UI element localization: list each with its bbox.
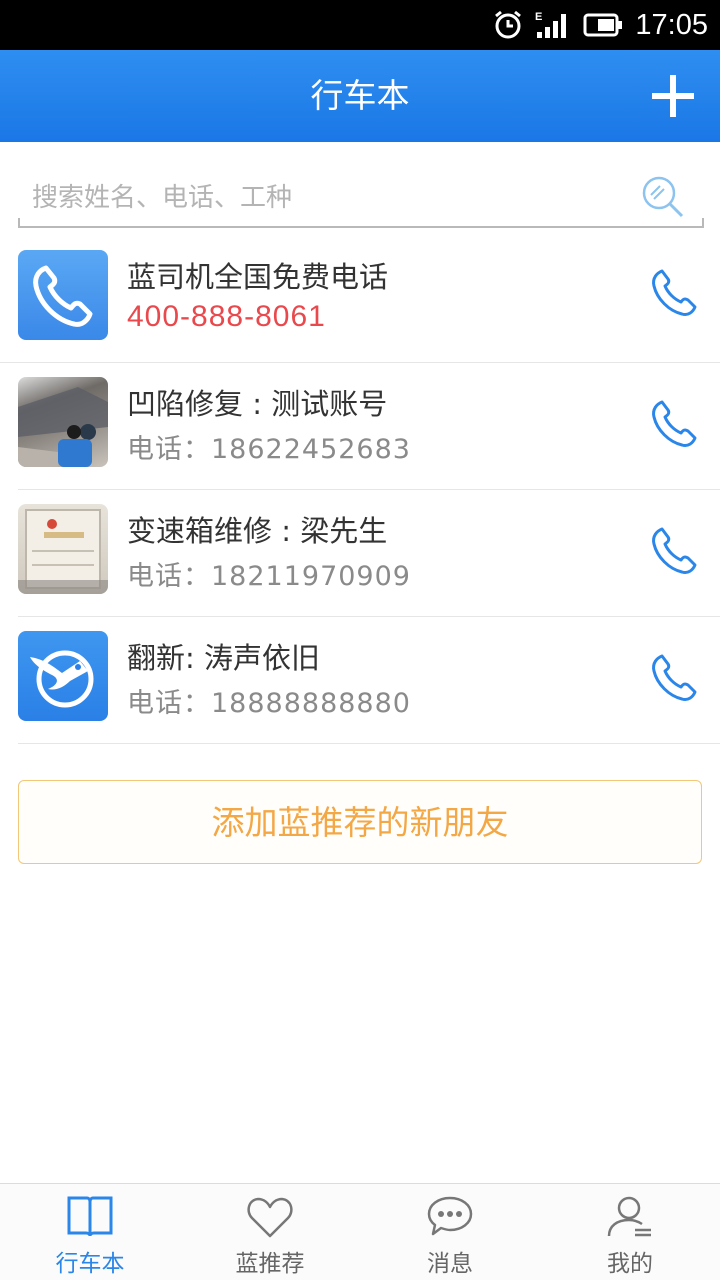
contact-photo: [18, 387, 108, 467]
contact-row[interactable]: 变速箱维修 : 梁先生 电话：18211970909: [18, 490, 720, 617]
heart-icon: [247, 1197, 293, 1238]
book-icon: [67, 1196, 113, 1237]
add-friends-button[interactable]: 添加蓝推荐的新朋友: [18, 780, 702, 864]
contact-avatar: [18, 377, 108, 467]
app-logo-icon: [30, 650, 94, 708]
hotline-avatar: [18, 250, 108, 340]
contact-name: 变速箱维修 : 梁先生: [127, 514, 388, 548]
tab-label: 蓝推荐: [235, 1251, 305, 1277]
contact-row[interactable]: 凹陷修复 : 测试账号 电话：18622452683: [18, 363, 720, 490]
contact-name: 凹陷修复 : 测试账号: [127, 387, 388, 421]
contact-phone: 电话：18888888880: [127, 688, 411, 719]
hotline-phone: 400-888-8061: [127, 300, 326, 333]
bottom-tab-bar: 行车本 蓝推荐 消息 我的: [0, 1183, 720, 1280]
tab-label: 消息: [427, 1251, 473, 1277]
tab-messages[interactable]: 消息: [360, 1184, 540, 1280]
page-title: 行车本: [310, 76, 410, 115]
plus-icon[interactable]: [650, 73, 696, 119]
status-bar: E 17:05: [0, 0, 720, 50]
phone-call-icon[interactable]: [648, 397, 702, 451]
user-icon: [607, 1196, 651, 1237]
contact-avatar: [18, 504, 108, 594]
contact-phone: 电话：18211970909: [127, 561, 411, 592]
contact-row[interactable]: 翻新: 涛声依旧 电话：18888888880: [18, 617, 720, 744]
alarm-clock-icon: [495, 10, 522, 39]
phone-call-icon[interactable]: [648, 266, 702, 320]
hotline-name: 蓝司机全国免费电话: [127, 260, 389, 294]
search-bar: [18, 168, 704, 228]
contact-name: 翻新: 涛声依旧: [127, 641, 320, 675]
search-input[interactable]: [32, 176, 632, 220]
contact-phone: 电话：18622452683: [127, 434, 411, 465]
phone-icon: [33, 265, 93, 327]
tab-label: 行车本: [55, 1251, 125, 1277]
hotline-row[interactable]: 蓝司机全国免费电话 400-888-8061: [0, 236, 720, 363]
app-header: 行车本: [0, 50, 720, 142]
tab-recommend[interactable]: 蓝推荐: [180, 1184, 360, 1280]
search-icon[interactable]: [640, 174, 686, 220]
tab-logbook[interactable]: 行车本: [0, 1184, 180, 1280]
clock-time: 17:05: [635, 8, 708, 41]
contact-avatar: [18, 631, 108, 721]
contact-photo: [18, 509, 108, 594]
network-type-label: E: [535, 11, 542, 23]
battery-icon: [583, 13, 623, 37]
signal-strength-icon: E: [535, 11, 567, 38]
tab-label: 我的: [607, 1251, 653, 1277]
chat-bubble-icon: [427, 1196, 473, 1236]
phone-call-icon[interactable]: [648, 651, 702, 705]
phone-call-icon[interactable]: [648, 524, 702, 578]
tab-profile[interactable]: 我的: [540, 1184, 720, 1280]
